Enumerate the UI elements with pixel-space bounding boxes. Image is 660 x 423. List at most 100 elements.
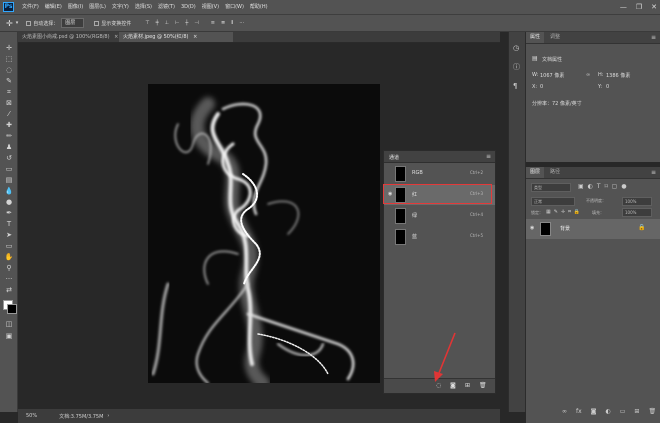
lock-icons[interactable]: ▦✎✛⌗🔒 xyxy=(546,209,583,215)
quick-mask-icon[interactable]: ◫ xyxy=(4,320,14,328)
menu-3d[interactable]: 3D(D) xyxy=(181,0,196,14)
add-mask-icon[interactable]: ◙ xyxy=(591,408,597,415)
quick-select-icon[interactable]: ✎ xyxy=(4,77,14,85)
show-transform-checkbox[interactable] xyxy=(94,20,100,26)
width-value[interactable]: 1067 像素 xyxy=(540,72,564,79)
align-hcenter-icon[interactable]: ┼ xyxy=(185,20,188,26)
dodge-icon[interactable]: ● xyxy=(4,198,14,206)
filter-icons[interactable]: ▣◐T⌑▢● xyxy=(578,183,631,190)
channel-row-rgb[interactable]: RGB Ctrl+2 xyxy=(384,164,495,184)
zoom-level[interactable]: 50% xyxy=(26,413,37,419)
group-icon[interactable]: ▭ xyxy=(620,408,626,415)
crop-icon[interactable]: ⌗ xyxy=(4,88,14,96)
menu-image[interactable]: 图像(I) xyxy=(68,0,83,14)
lasso-icon[interactable]: ◌ xyxy=(4,66,14,74)
align-vcenter-icon[interactable]: ╪ xyxy=(156,20,159,26)
menu-type[interactable]: 文字(Y) xyxy=(112,0,129,14)
auto-select-dropdown[interactable]: 图层 xyxy=(61,18,85,28)
distribute-icon[interactable]: ≡ xyxy=(211,20,215,26)
rectangle-icon[interactable]: ▭ xyxy=(4,242,14,250)
new-channel-icon[interactable]: ⊞ xyxy=(465,382,470,389)
auto-select-checkbox[interactable] xyxy=(26,20,32,26)
adjustment-layer-icon[interactable]: ◐ xyxy=(606,408,611,415)
layer-row-background[interactable]: ◉ 背景 🔒 xyxy=(526,219,660,239)
channel-thumbnail xyxy=(395,208,406,224)
delete-layer-icon[interactable]: 🗑 xyxy=(648,408,656,415)
info-icon[interactable]: ⓘ xyxy=(513,62,520,72)
y-value[interactable]: 0 xyxy=(606,84,609,90)
menu-view[interactable]: 视图(V) xyxy=(202,0,219,14)
restore-button[interactable]: ❐ xyxy=(636,0,642,14)
menu-edit[interactable]: 编辑(E) xyxy=(45,0,62,14)
layer-filter-dropdown[interactable]: 类型 xyxy=(531,183,571,192)
visibility-eye-icon[interactable]: ◉ xyxy=(530,225,534,231)
channel-row-green[interactable]: 绿 Ctrl+4 xyxy=(384,206,495,226)
status-arrow-icon[interactable]: › xyxy=(107,413,109,419)
background-color-swatch[interactable] xyxy=(7,304,17,314)
align-right-icon[interactable]: ⊣ xyxy=(194,20,198,26)
link-icon[interactable]: ∞ xyxy=(586,72,590,78)
stamp-icon[interactable]: ♟ xyxy=(4,143,14,151)
healing-icon[interactable]: ✚ xyxy=(4,121,14,129)
tool-preset-chevron-icon[interactable]: ▾ xyxy=(16,20,19,26)
height-value[interactable]: 1386 像素 xyxy=(606,72,630,79)
path-select-icon[interactable]: ➤ xyxy=(4,231,14,239)
frame-icon[interactable]: ⊠ xyxy=(4,99,14,107)
type-icon[interactable]: T xyxy=(4,220,14,228)
tab-adjustments[interactable]: 调整 xyxy=(546,32,564,43)
delete-channel-icon[interactable]: 🗑 xyxy=(479,382,487,389)
hand-icon[interactable]: ✋ xyxy=(4,253,14,261)
tab-psd-document[interactable]: 火焰素图小尚戒.psd @ 100%(RGB/8) × xyxy=(18,32,123,42)
x-value[interactable]: 0 xyxy=(540,84,543,90)
align-bottom-icon[interactable]: ⊥ xyxy=(165,20,169,26)
panel-menu-icon[interactable]: ≡ xyxy=(486,153,491,160)
tab-properties[interactable]: 属性 xyxy=(526,32,545,43)
marquee-icon[interactable]: ⬚ xyxy=(4,55,14,63)
menu-window[interactable]: 窗口(W) xyxy=(225,0,244,14)
tab-layers[interactable]: 图层 xyxy=(526,167,545,178)
align-left-icon[interactable]: ⊢ xyxy=(175,20,179,26)
blur-icon[interactable]: 💧 xyxy=(4,187,14,195)
document-canvas-image[interactable] xyxy=(148,84,380,383)
new-layer-icon[interactable]: ⊞ xyxy=(634,408,639,415)
paragraph-icon[interactable]: ¶ xyxy=(513,82,517,90)
minimize-button[interactable]: — xyxy=(620,0,627,14)
screen-mode-icon[interactable]: ▣ xyxy=(4,332,14,340)
menu-file[interactable]: 文件(F) xyxy=(22,0,39,14)
move-tool-icon[interactable]: ✛ xyxy=(6,19,13,28)
move-icon[interactable]: ✛ xyxy=(4,44,14,52)
align-top-icon[interactable]: ⊤ xyxy=(145,20,149,26)
pen-icon[interactable]: ✒ xyxy=(4,209,14,217)
tab-close-icon[interactable]: × xyxy=(114,34,118,40)
eyedropper-icon[interactable]: ⁄ xyxy=(4,110,14,118)
align-buttons: ⊤ ╪ ⊥ ⊢ ┼ ⊣ ≡ ≣ ⦀ ··· xyxy=(145,20,244,26)
edit-toolbar-icon[interactable]: ⇄ xyxy=(4,286,14,294)
eraser-icon[interactable]: ▭ xyxy=(4,165,14,173)
fill-field[interactable]: 100% xyxy=(622,208,652,217)
channel-row-blue[interactable]: 蓝 Ctrl+5 xyxy=(384,227,495,247)
gradient-icon[interactable]: ▤ xyxy=(4,176,14,184)
more-tools-icon[interactable]: ··· xyxy=(4,275,14,283)
panel-menu-icon[interactable]: ≡ xyxy=(651,34,656,41)
close-button[interactable]: ✕ xyxy=(651,0,657,14)
menu-help[interactable]: 帮助(H) xyxy=(250,0,268,14)
zoom-icon[interactable]: ⚲ xyxy=(4,264,14,272)
distribute-h-icon[interactable]: ⦀ xyxy=(231,20,233,26)
link-layers-icon[interactable]: ∞ xyxy=(562,408,567,415)
opacity-field[interactable]: 100% xyxy=(622,197,652,206)
menu-select[interactable]: 选择(S) xyxy=(135,0,152,14)
fx-icon[interactable]: fx xyxy=(576,408,582,415)
blend-mode-dropdown[interactable]: 正常 xyxy=(531,197,575,206)
channels-tab[interactable]: 通道 xyxy=(389,154,399,161)
more-options-icon[interactable]: ··· xyxy=(239,20,244,26)
distribute-v-icon[interactable]: ≣ xyxy=(221,20,225,26)
tab-close-icon[interactable]: × xyxy=(193,34,197,40)
panel-menu-icon[interactable]: ≡ xyxy=(651,169,656,176)
history-icon[interactable]: ◷ xyxy=(513,44,519,52)
menu-filter[interactable]: 滤镜(T) xyxy=(158,0,175,14)
history-brush-icon[interactable]: ↺ xyxy=(4,154,14,162)
tab-paths[interactable]: 路径 xyxy=(546,167,564,178)
menu-layer[interactable]: 图层(L) xyxy=(89,0,106,14)
brush-icon[interactable]: ✏ xyxy=(4,132,14,140)
tab-jpeg-document[interactable]: 火焰素材.jpeg @ 50%(红/8) × xyxy=(119,32,233,42)
